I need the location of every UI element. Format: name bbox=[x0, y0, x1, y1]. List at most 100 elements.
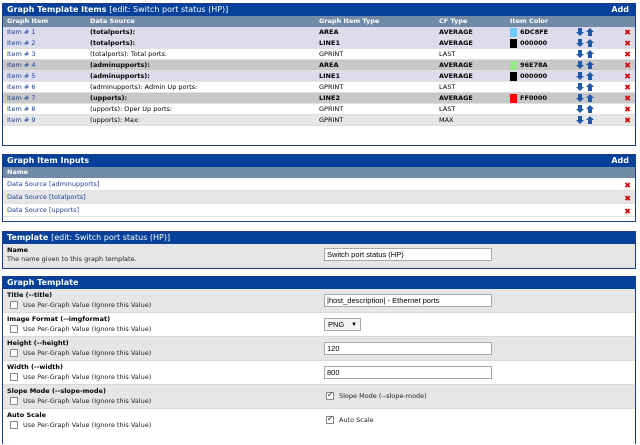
template-panel-subtitle: [edit: Switch port status (HP)] bbox=[51, 233, 171, 242]
title-input[interactable]: |host_description| - Ethernet ports bbox=[324, 294, 492, 307]
color-swatch bbox=[510, 39, 517, 48]
list-item: Data Source [upports] ✖ bbox=[3, 204, 635, 217]
height-input[interactable]: 120 bbox=[324, 342, 492, 355]
autoscale-checkbox[interactable] bbox=[326, 414, 334, 424]
imgformat-per-graph-label: Use Per-Graph Value (Ignore this Value) bbox=[23, 325, 152, 333]
move-down-icon[interactable] bbox=[576, 50, 586, 60]
inputs-panel-title: Graph Item Inputs bbox=[7, 156, 90, 165]
slope-field-row: Slope Mode (--slope-mode) Use Per-Graph … bbox=[3, 385, 635, 409]
graph-template-panel: Graph Template Title (--title) Use Per-G… bbox=[2, 276, 636, 444]
graph-item-link[interactable]: Item # 8 bbox=[7, 104, 36, 115]
reorder-arrows bbox=[576, 83, 598, 92]
move-up-icon[interactable] bbox=[586, 28, 596, 38]
graph-item-link[interactable]: Item # 1 bbox=[7, 27, 36, 38]
graph-template-items-panel: Graph Template Items [edit: Switch port … bbox=[2, 3, 636, 146]
add-item-link[interactable]: Add bbox=[611, 5, 629, 15]
move-up-icon[interactable] bbox=[586, 39, 596, 49]
move-down-icon[interactable] bbox=[576, 28, 586, 38]
item-type-cell: LINE2 bbox=[319, 94, 340, 102]
move-down-icon[interactable] bbox=[576, 72, 586, 82]
color-swatch bbox=[510, 28, 517, 37]
move-down-icon[interactable] bbox=[576, 116, 586, 126]
slope-per-graph-checkbox[interactable] bbox=[10, 397, 18, 405]
data-source-cell: (upports): Max: bbox=[90, 116, 140, 124]
col-data-source: Data Source bbox=[90, 17, 135, 25]
color-swatch bbox=[510, 94, 517, 103]
graph-item-link[interactable]: Item # 3 bbox=[7, 49, 36, 60]
item-color-cell: 000000 bbox=[520, 72, 548, 80]
delete-icon[interactable]: ✖ bbox=[624, 49, 631, 60]
move-down-icon[interactable] bbox=[576, 105, 586, 115]
data-source-input-link[interactable]: Data Source [totalports] bbox=[7, 191, 86, 204]
move-up-icon[interactable] bbox=[586, 94, 596, 104]
move-down-icon[interactable] bbox=[576, 94, 586, 104]
title-field-row: Title (--title) Use Per-Graph Value (Ign… bbox=[3, 289, 635, 313]
color-swatch bbox=[510, 61, 517, 70]
move-down-icon[interactable] bbox=[576, 61, 586, 71]
graph-item-link[interactable]: Item # 9 bbox=[7, 115, 36, 126]
delete-icon[interactable]: ✖ bbox=[624, 71, 631, 82]
graph-item-link[interactable]: Item # 2 bbox=[7, 38, 36, 49]
imgformat-selected-value: PNG bbox=[328, 320, 345, 329]
template-panel: Template [edit: Switch port status (HP)]… bbox=[2, 231, 636, 269]
data-source-cell: (totalports): Total ports: bbox=[90, 50, 168, 58]
title-per-graph-checkbox[interactable] bbox=[10, 301, 18, 309]
data-source-cell: (totalports): bbox=[90, 39, 136, 47]
delete-icon[interactable]: ✖ bbox=[624, 82, 631, 93]
items-column-header: Graph Item Data Source Graph Item Type C… bbox=[3, 16, 635, 27]
autoscale-field-row: Auto Scale Use Per-Graph Value (Ignore t… bbox=[3, 409, 635, 433]
items-panel-title: Graph Template Items bbox=[7, 5, 107, 14]
graph-item-link[interactable]: Item # 6 bbox=[7, 82, 36, 93]
width-per-graph-checkbox[interactable] bbox=[10, 373, 18, 381]
title-field-label: Title (--title) bbox=[7, 291, 53, 299]
height-per-graph-checkbox[interactable] bbox=[10, 349, 18, 357]
move-up-icon[interactable] bbox=[586, 83, 596, 93]
item-type-cell: AREA bbox=[319, 28, 339, 36]
reorder-arrows bbox=[576, 61, 598, 70]
graph-item-link[interactable]: Item # 4 bbox=[7, 60, 36, 71]
graph-item-link[interactable]: Item # 7 bbox=[7, 93, 36, 104]
graph-item-inputs-panel: Graph Item Inputs Add Name Data Source [… bbox=[2, 154, 636, 222]
delete-icon[interactable]: ✖ bbox=[624, 27, 631, 38]
template-name-input[interactable]: Switch port status (HP) bbox=[324, 248, 492, 261]
slope-field-label: Slope Mode (--slope-mode) bbox=[7, 387, 106, 395]
move-up-icon[interactable] bbox=[586, 61, 596, 71]
delete-icon[interactable]: ✖ bbox=[624, 60, 631, 71]
cf-type-cell: LAST bbox=[439, 83, 456, 91]
delete-icon[interactable]: ✖ bbox=[624, 115, 631, 126]
width-field-label: Width (--width) bbox=[7, 363, 64, 371]
col-graph-item: Graph Item bbox=[7, 17, 49, 25]
graph-item-link[interactable]: Item # 5 bbox=[7, 71, 36, 82]
width-input[interactable]: 800 bbox=[324, 366, 492, 379]
delete-icon[interactable]: ✖ bbox=[624, 93, 631, 104]
autoscale-per-graph-checkbox[interactable] bbox=[10, 421, 18, 429]
list-item: Data Source [adminupports] ✖ bbox=[3, 178, 635, 191]
move-down-icon[interactable] bbox=[576, 83, 586, 93]
item-type-cell: AREA bbox=[319, 61, 339, 69]
item-color-cell: 6DC8FE bbox=[520, 28, 549, 36]
imgformat-select[interactable]: PNG ▼ bbox=[324, 318, 361, 331]
slope-mode-checkbox[interactable] bbox=[326, 390, 334, 400]
move-down-icon[interactable] bbox=[576, 39, 586, 49]
reorder-arrows bbox=[576, 105, 598, 114]
col-item-color: Item Color bbox=[510, 17, 549, 25]
data-source-input-link[interactable]: Data Source [adminupports] bbox=[7, 178, 99, 191]
template-panel-header: Template [edit: Switch port status (HP)] bbox=[3, 232, 635, 244]
data-source-cell: (adminupports): Admin Up ports: bbox=[90, 83, 198, 91]
col-name: Name bbox=[7, 168, 29, 176]
data-source-cell: (totalports): bbox=[90, 28, 136, 36]
move-up-icon[interactable] bbox=[586, 116, 596, 126]
move-up-icon[interactable] bbox=[586, 105, 596, 115]
slope-mode-label: Slope Mode (--slope-mode) bbox=[339, 392, 427, 400]
move-up-icon[interactable] bbox=[586, 50, 596, 60]
item-color-cell: 000000 bbox=[520, 39, 548, 47]
delete-icon[interactable]: ✖ bbox=[624, 38, 631, 49]
imgformat-per-graph-checkbox[interactable] bbox=[10, 325, 18, 333]
col-item-type: Graph Item Type bbox=[319, 17, 380, 25]
move-up-icon[interactable] bbox=[586, 72, 596, 82]
item-type-cell: GPRINT bbox=[319, 50, 344, 58]
data-source-input-link[interactable]: Data Source [upports] bbox=[7, 204, 79, 217]
delete-icon[interactable]: ✖ bbox=[624, 104, 631, 115]
delete-icon[interactable]: ✖ bbox=[624, 205, 631, 218]
add-input-link[interactable]: Add bbox=[611, 156, 629, 166]
